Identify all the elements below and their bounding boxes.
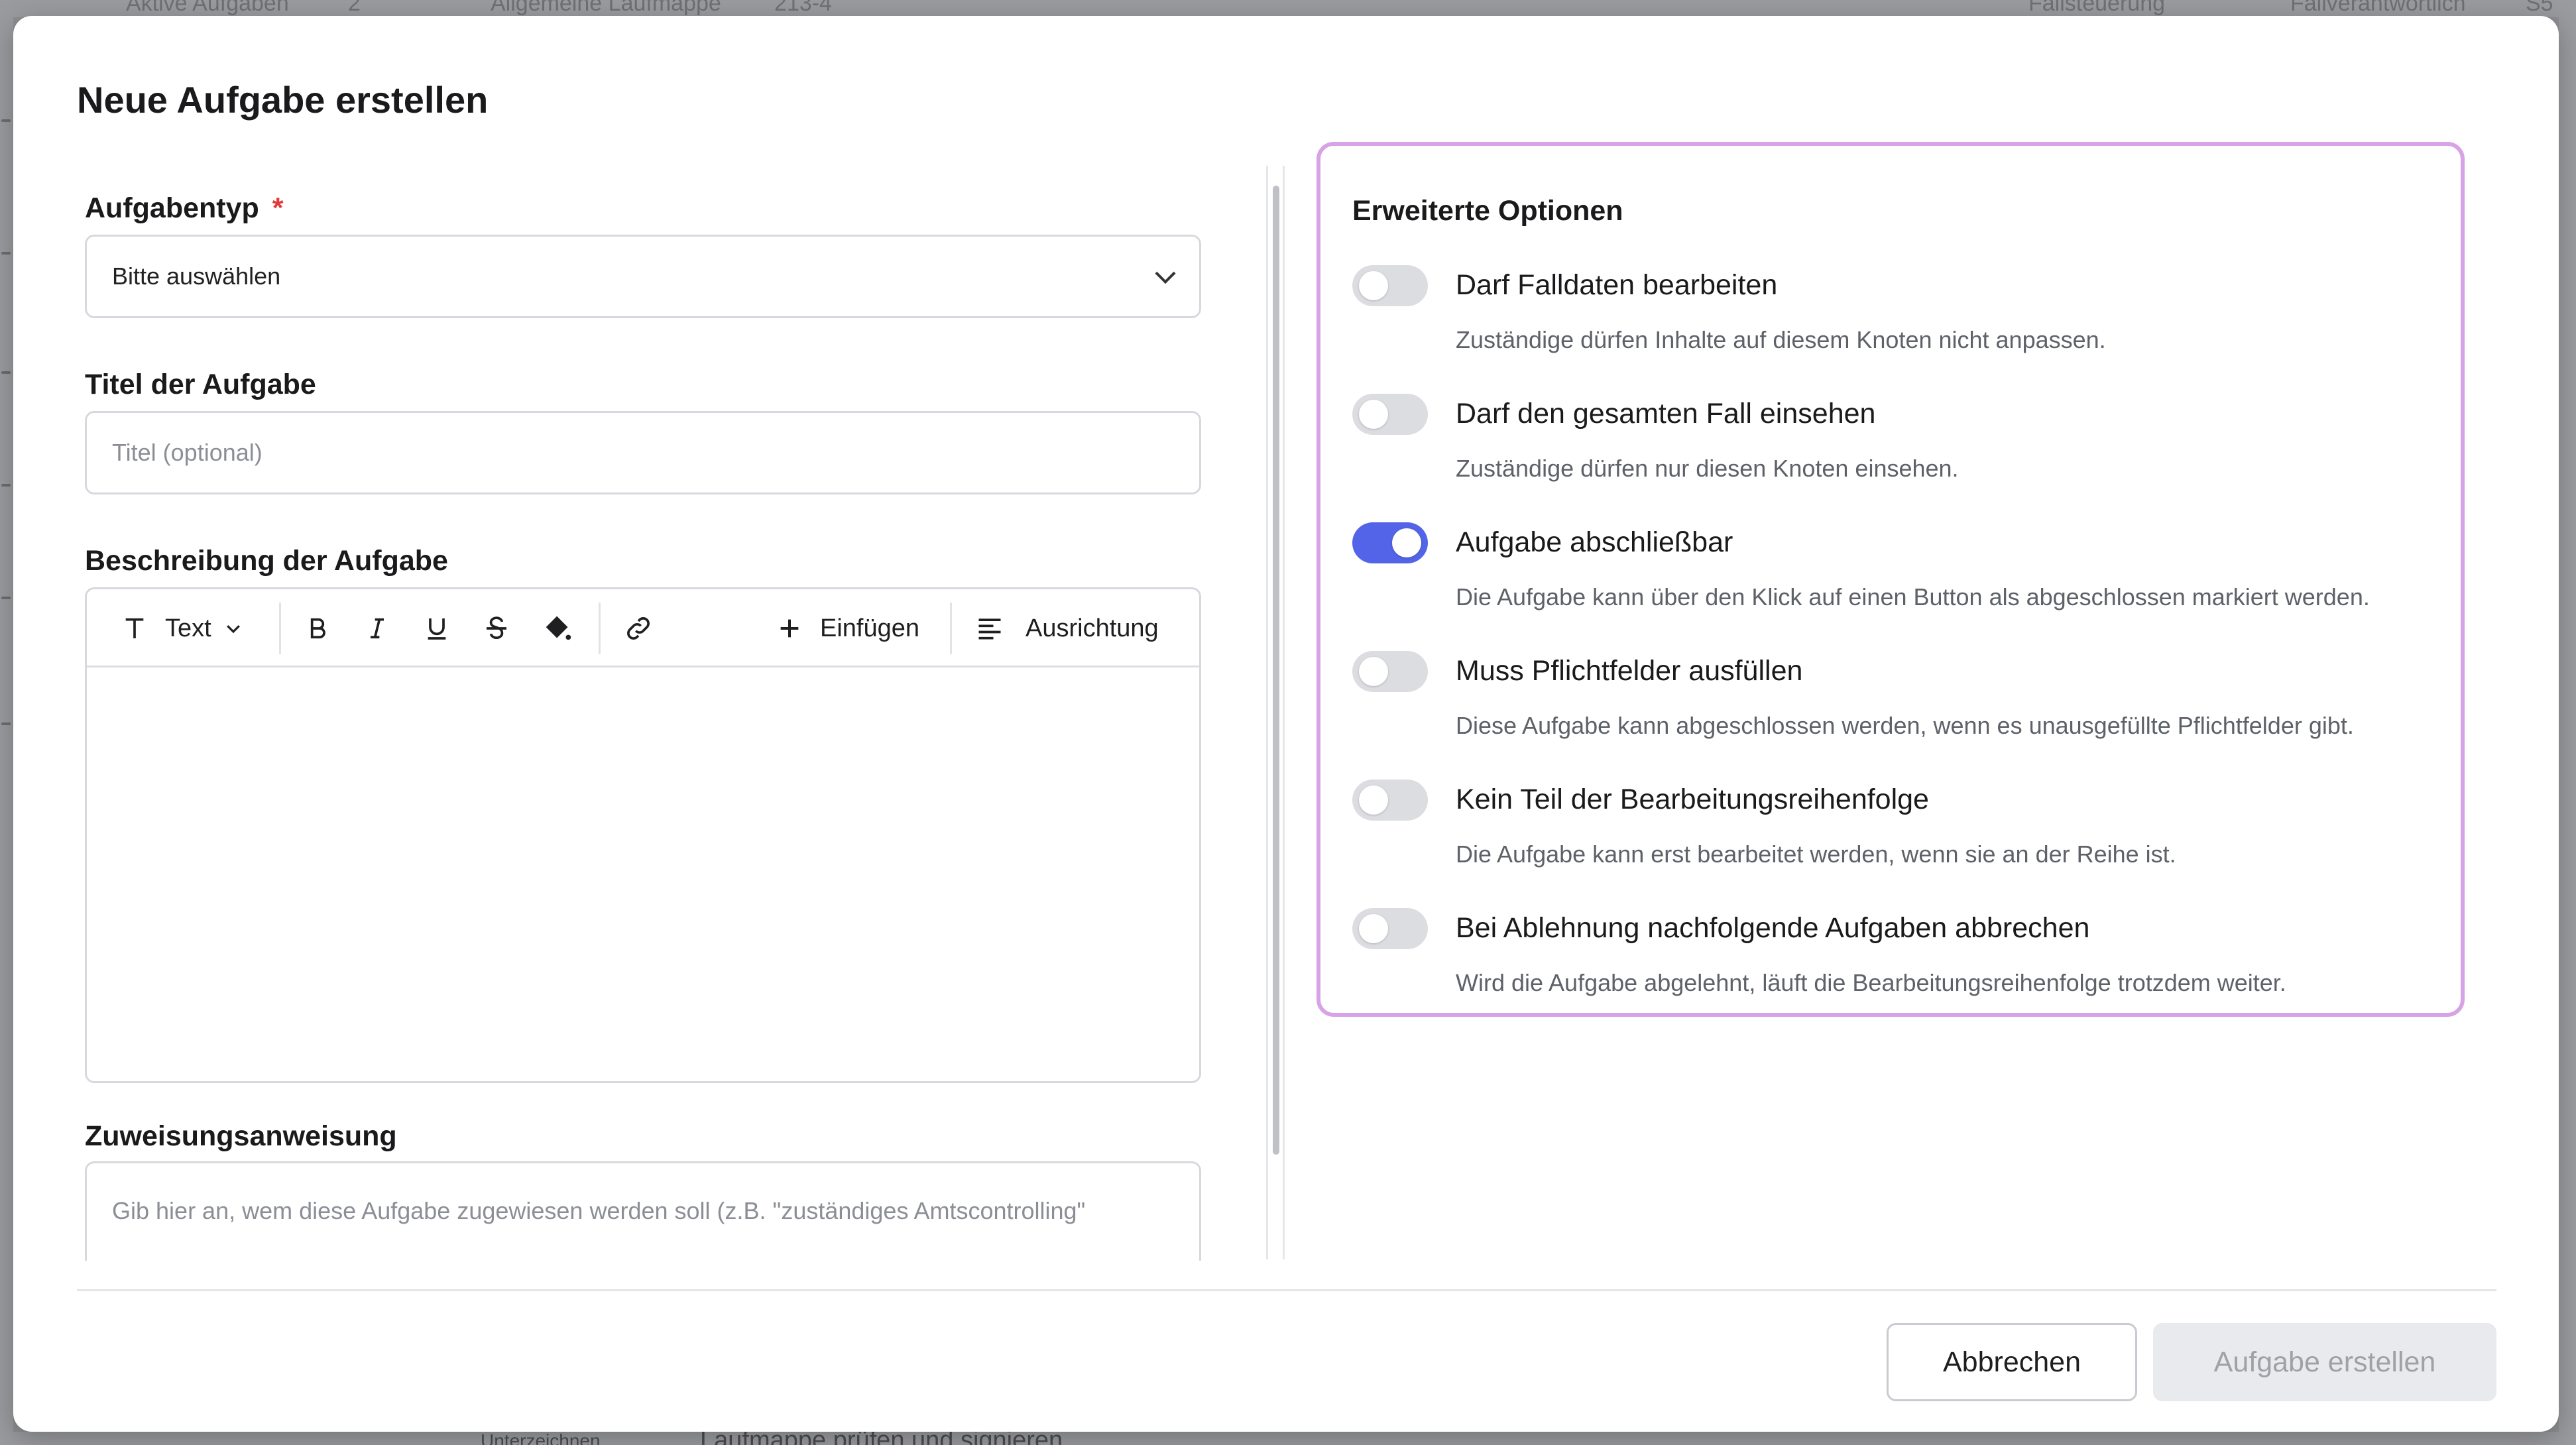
task-type-value: Bitte auswählen [112,262,281,290]
align-left-icon [975,614,1004,643]
strikethrough-icon [483,615,510,642]
background-fallsteuerung: Fallsteuerung [2028,0,2166,16]
option-desc-required-fields: Diese Aufgabe kann abgeschlossen werden,… [1456,712,2354,739]
background-right-edge [2559,0,2576,1445]
option-desc-cancel-on-reject: Wird die Aufgabe abgelehnt, läuft die Be… [1456,969,2286,996]
link-button[interactable] [624,589,653,667]
option-desc-edit-case-data: Zuständige dürfen Inhalte auf diesem Kno… [1456,326,2106,353]
plus-icon [776,615,803,642]
text-style-label: Text [165,614,211,642]
highlight-color-button[interactable] [543,589,573,667]
background-tab-active-tasks: Aktive Aufgaben [126,0,289,16]
editor-toolbar: Text Einfügen Ausrichtung [87,589,1199,667]
bold-icon [304,615,331,642]
option-label-cancel-on-reject: Bei Ablehnung nachfolgende Aufgaben abbr… [1456,912,2090,944]
toggle-knob [1359,785,1388,815]
paint-bucket-icon [543,613,573,644]
background-top-bar: Aktive Aufgaben 2 Allgemeine Laufmappe 2… [0,0,2576,17]
description-editor[interactable]: Text Einfügen Ausrichtung [85,587,1201,1083]
toggle-view-whole-case[interactable] [1352,394,1428,435]
assignment-textarea[interactable]: Gib hier an, wem diese Aufgabe zugewiese… [85,1161,1201,1261]
background-bottom-bar: Unterzeichnen Laufmappe prüfen und signi… [0,1432,2576,1445]
strikethrough-button[interactable] [483,589,510,667]
toggle-processing-order[interactable] [1352,780,1428,821]
background-task-title: Laufmappe prüfen und signieren [700,1432,1063,1445]
form-scrollbar[interactable] [1266,166,1285,1259]
text-style-dropdown[interactable]: Text [121,589,243,667]
underline-icon [424,615,450,642]
link-icon [624,614,653,643]
toggle-required-fields[interactable] [1352,651,1428,692]
advanced-options-title: Erweiterte Optionen [1352,195,1623,227]
task-type-label: Aufgabentyp * [85,192,284,224]
chevron-down-icon [223,618,243,638]
background-sign-label: Unterzeichnen [481,1432,601,1445]
background-tab-folder-id: 213-4 [774,0,832,16]
required-marker: * [272,192,284,224]
footer-divider [77,1289,2496,1291]
assignment-label: Zuweisungsanweisung [85,1120,397,1152]
option-desc-task-closable: Die Aufgabe kann über den Klick auf eine… [1456,583,2370,610]
task-title-input[interactable]: Titel (optional) [85,411,1201,494]
option-label-edit-case-data: Darf Falldaten bearbeiten [1456,269,1778,301]
option-desc-view-whole-case: Zuständige dürfen nur diesen Knoten eins… [1456,455,1959,482]
toggle-knob [1359,914,1388,943]
option-desc-processing-order: Die Aufgabe kann erst bearbeitet werden,… [1456,840,2176,868]
background-avatar-initials: S5 [2526,0,2553,16]
underline-button[interactable] [424,589,450,667]
option-label-processing-order: Kein Teil der Bearbeitungsreihenfolge [1456,783,1929,815]
task-title-label: Titel der Aufgabe [85,369,316,400]
toggle-knob [1359,271,1388,300]
scrollbar-thumb[interactable] [1273,186,1279,1155]
insert-button[interactable]: Einfügen [776,589,919,667]
advanced-options-panel: Erweiterte Optionen Darf Falldaten bearb… [1317,142,2465,1017]
task-title-placeholder: Titel (optional) [112,439,263,466]
bold-button[interactable] [304,589,331,667]
chevron-down-icon [1155,263,1176,284]
assignment-placeholder: Gib hier an, wem diese Aufgabe zugewiese… [112,1197,1086,1224]
option-label-required-fields: Muss Pflichtfelder ausfüllen [1456,655,1803,687]
toggle-knob [1359,657,1388,686]
alignment-button[interactable]: Ausrichtung [975,589,1159,667]
toggle-cancel-on-reject[interactable] [1352,908,1428,949]
background-fallverantwortlich: Fallverantwortlich [2290,0,2466,16]
create-task-button[interactable]: Aufgabe erstellen [2153,1323,2496,1401]
background-left-sidebar [0,0,13,1445]
description-label: Beschreibung der Aufgabe [85,545,448,577]
toggle-knob [1359,400,1388,429]
toggle-edit-case-data[interactable] [1352,265,1428,306]
task-type-select[interactable]: Bitte auswählen [85,235,1201,318]
background-tab-folder: Allgemeine Laufmappe [491,0,721,16]
insert-label: Einfügen [820,614,920,642]
dialog-title: Neue Aufgabe erstellen [77,79,489,121]
italic-icon [364,615,390,642]
option-label-view-whole-case: Darf den gesamten Fall einsehen [1456,398,1876,430]
toggle-knob [1392,528,1421,557]
toggle-task-closable[interactable] [1352,522,1428,563]
background-tab-count: 2 [348,0,361,16]
create-task-dialog: Neue Aufgabe erstellen Aufgabentyp * Bitt… [13,16,2559,1432]
text-type-icon [121,615,148,642]
cancel-button[interactable]: Abbrechen [1887,1323,2137,1401]
description-text-area[interactable] [87,667,1199,1083]
option-label-task-closable: Aufgabe abschließbar [1456,526,1733,558]
italic-button[interactable] [364,589,390,667]
alignment-label: Ausrichtung [1025,614,1159,642]
